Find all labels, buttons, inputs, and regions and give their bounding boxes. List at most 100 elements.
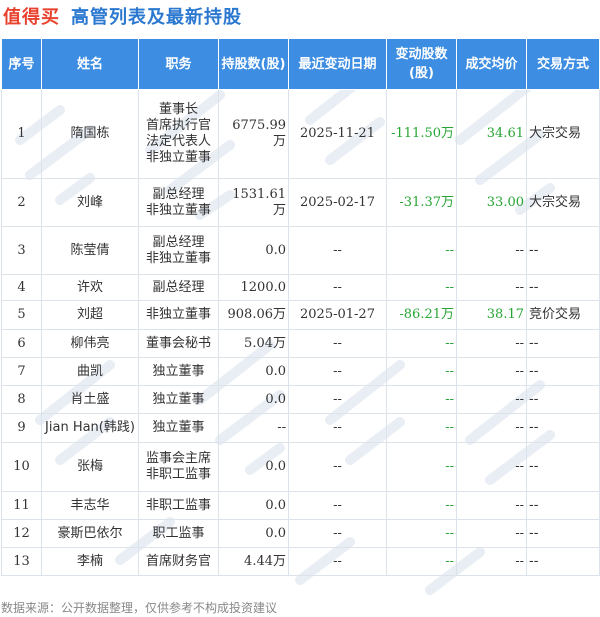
row-name: 肖土盛 (41, 385, 139, 414)
row-method: -- (526, 274, 600, 301)
row-date: -- (288, 491, 387, 520)
col-header-price: 成交均价 (456, 38, 527, 90)
role-line: 独立董事 (152, 391, 205, 407)
row-name: 柳伟亮 (41, 329, 139, 358)
table-row: 10 张梅 监事会主席 非职工监事 0.0 -- -- -- -- (1, 442, 600, 492)
role-line: 非独立董事 (145, 250, 211, 266)
row-shares: 1200.0 (218, 274, 289, 301)
row-change: -- (386, 519, 457, 548)
table-row: 9 Jian Han(韩践) 独立董事 -- -- -- -- -- (1, 413, 600, 443)
row-shares: 0.0 (218, 385, 289, 414)
role-line: 董事会秘书 (145, 335, 211, 351)
row-name: 张梅 (41, 442, 139, 492)
role-line: 副总经理 (152, 234, 205, 250)
row-no: 3 (1, 226, 42, 275)
role-line: 非独立董事 (145, 202, 211, 218)
row-date: -- (288, 226, 387, 275)
row-date: -- (288, 329, 387, 358)
role-line: 首席财务官 (145, 553, 211, 569)
row-roles: 独立董事 (138, 357, 219, 386)
role-line: 非职工监事 (145, 497, 211, 513)
table-header-row: 序号 姓名 职务 持股数(股) 最近变动日期 变动股数(股) 成交均价 交易方式 (1, 38, 600, 90)
row-date: -- (288, 413, 387, 443)
row-price: -- (456, 357, 527, 386)
role-line: 非职工监事 (145, 467, 211, 482)
table-row: 13 李楠 首席财务官 4.44万 -- -- -- -- (1, 547, 600, 576)
col-header-method: 交易方式 (526, 38, 600, 90)
row-date: -- (288, 274, 387, 301)
row-name: 隋国栋 (41, 89, 139, 179)
row-name: 丰志华 (41, 491, 139, 520)
row-date: -- (288, 519, 387, 548)
role-line: 监事会主席 (145, 451, 211, 466)
row-date: -- (288, 385, 387, 414)
row-method: 大宗交易 (526, 178, 600, 227)
row-shares: 908.06万 (218, 300, 289, 330)
row-shares: -- (218, 413, 289, 443)
row-no: 7 (1, 357, 42, 386)
col-header-shares: 持股数(股) (218, 38, 289, 90)
row-method: 竞价交易 (526, 300, 600, 330)
row-method: -- (526, 413, 600, 443)
row-name: 曲凯 (41, 357, 139, 386)
table-row: 7 曲凯 独立董事 0.0 -- -- -- -- (1, 357, 600, 386)
row-roles: 职工监事 (138, 519, 219, 548)
row-price: -- (456, 442, 527, 492)
col-header-name: 姓名 (41, 38, 139, 90)
role-line: 职工监事 (152, 525, 205, 541)
row-no: 9 (1, 413, 42, 443)
row-no: 8 (1, 385, 42, 414)
row-roles: 监事会主席 非职工监事 (138, 442, 219, 492)
col-header-role: 职务 (138, 38, 219, 90)
row-shares: 0.0 (218, 226, 289, 275)
row-roles: 董事会秘书 (138, 329, 219, 358)
row-date: -- (288, 442, 387, 492)
row-shares: 5.04万 (218, 329, 289, 358)
table-row: 11 丰志华 非职工监事 0.0 -- -- -- -- (1, 491, 600, 520)
row-shares: 0.0 (218, 442, 289, 492)
role-line: 非独立董事 (145, 150, 211, 165)
row-price: -- (456, 329, 527, 358)
row-name: 刘超 (41, 300, 139, 330)
row-roles: 非职工监事 (138, 491, 219, 520)
row-date: 2025-02-17 (288, 178, 387, 227)
table-row: 2 刘峰 副总经理 非独立董事 1531.61万 2025-02-17 -31.37万 33.… (1, 178, 600, 227)
page-title: 高管列表及最新持股 (71, 7, 242, 28)
brand-label: 值得买 (3, 7, 60, 28)
table-row: 5 刘超 非独立董事 908.06万 2025-01-27 -86.21万 38.17 竞价交… (1, 300, 600, 330)
role-line: 首席执行官 (145, 118, 211, 133)
executives-table: 序号 姓名 职务 持股数(股) 最近变动日期 变动股数(股) 成交均价 交易方式… (1, 38, 600, 576)
row-price: 34.61 (456, 89, 527, 179)
row-no: 4 (1, 274, 42, 301)
row-no: 1 (1, 89, 42, 179)
row-price: 33.00 (456, 178, 527, 227)
row-name: 豪斯巴依尔 (41, 519, 139, 548)
row-change: -- (386, 547, 457, 576)
row-no: 11 (1, 491, 42, 520)
row-date: -- (288, 357, 387, 386)
row-date: -- (288, 547, 387, 576)
role-line: 法定代表人 (145, 134, 211, 149)
row-name: 许欢 (41, 274, 139, 301)
table-row: 8 肖土盛 独立董事 0.0 -- -- -- -- (1, 385, 600, 414)
row-price: -- (456, 385, 527, 414)
row-change: -- (386, 329, 457, 358)
data-source-note: 数据来源：公开数据整理，仅供参考不构成投资建议 (1, 601, 278, 615)
row-shares: 0.0 (218, 357, 289, 386)
row-no: 2 (1, 178, 42, 227)
row-change: -- (386, 491, 457, 520)
row-price: -- (456, 413, 527, 443)
row-change: -111.50万 (386, 89, 457, 179)
row-change: -86.21万 (386, 300, 457, 330)
row-shares: 4.44万 (218, 547, 289, 576)
table-row: 4 许欢 副总经理 1200.0 -- -- -- -- (1, 274, 600, 301)
role-line: 独立董事 (152, 363, 205, 379)
row-roles: 副总经理 非独立董事 (138, 226, 219, 275)
row-shares: 0.0 (218, 519, 289, 548)
row-roles: 独立董事 (138, 413, 219, 443)
row-no: 10 (1, 442, 42, 492)
row-change: -- (386, 357, 457, 386)
row-roles: 独立董事 (138, 385, 219, 414)
row-method: -- (526, 491, 600, 520)
row-shares: 1531.61万 (218, 178, 289, 227)
